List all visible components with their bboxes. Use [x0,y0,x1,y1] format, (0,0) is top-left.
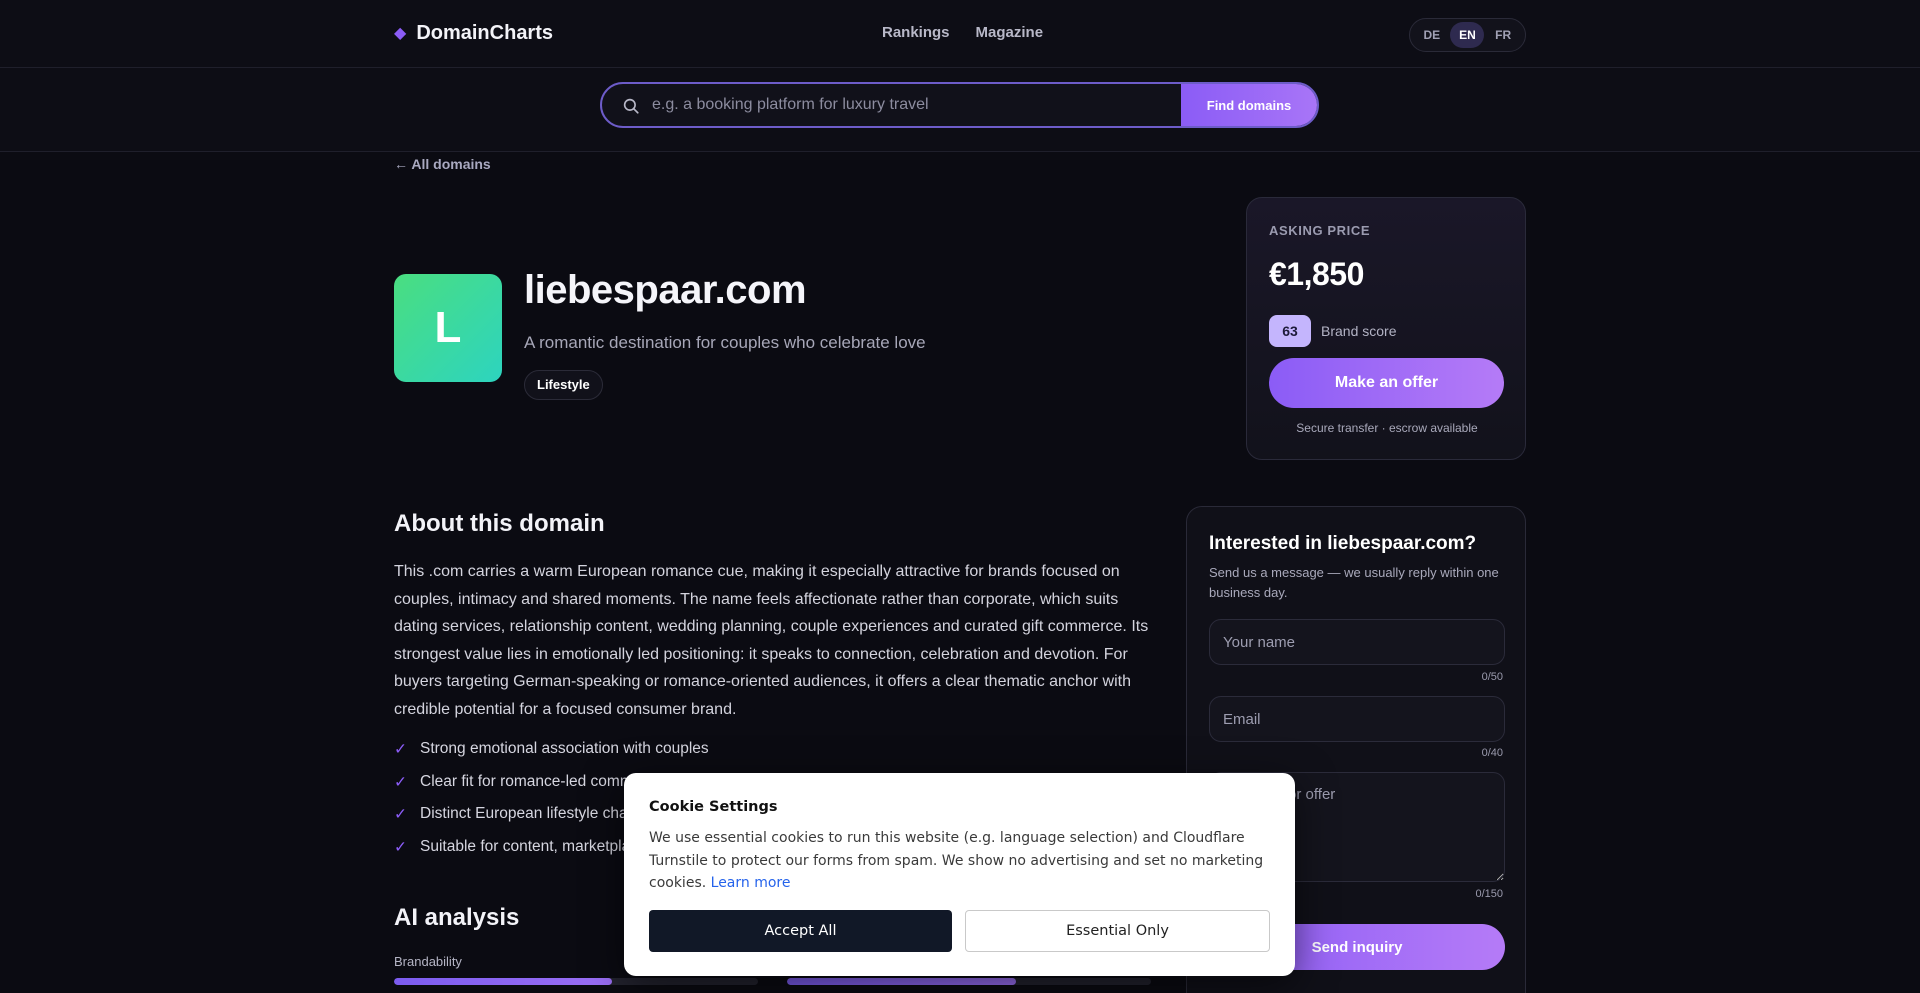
feature-text: Clear fit for romance-led comm [420,772,633,790]
check-icon: ✓ [394,773,407,791]
learn-more-link[interactable]: Learn more [711,875,791,891]
metric-bar-fill [787,978,1017,985]
cookie-text: We use essential cookies to run this web… [649,827,1274,895]
logo-link[interactable]: ◆ DomainCharts [394,22,553,45]
asking-price-label: ASKING PRICE [1269,223,1371,238]
about-text: This .com carries a warm European romanc… [394,563,1149,718]
price-card: ASKING PRICE €1,850 63 Brand score Make … [1246,197,1526,460]
nav-rankings[interactable]: Rankings [882,24,950,41]
language-switcher: DE EN FR [1409,18,1526,52]
search-form: Find domains [600,82,1319,128]
logo-text: DomainCharts [416,22,554,44]
all-domains-link[interactable]: ← All domains [394,156,491,172]
metric-bar-fill [394,978,613,985]
metric-label-brandability: Brandability [394,954,462,969]
lang-fr[interactable]: FR [1486,22,1520,48]
domain-name-title: liebespaar.com [524,268,807,312]
accept-all-button[interactable]: Accept All [649,910,952,952]
feature-text: Strong emotional association with couple… [420,740,709,757]
email-field[interactable] [1209,696,1505,742]
search-icon [623,98,639,114]
diamond-logo-icon: ◆ [394,24,407,42]
check-icon: ✓ [394,741,407,758]
domain-avatar: L [394,274,502,382]
brand-score-row: 63 Brand score [1269,315,1396,347]
brand-score-badge: 63 [1269,315,1311,347]
main-nav: Rankings Magazine [882,24,1043,41]
metric-bar-brandability [394,978,758,985]
check-icon: ✓ [394,806,407,823]
domain-tagline: A romantic destination for couples who c… [524,333,926,352]
message-char-counter: 0/150 [1475,888,1503,900]
brand-score-label: Brand score [1321,323,1397,339]
feature-text: Suitable for content, marketpla [420,837,631,855]
top-navigation: ◆ DomainCharts Rankings Magazine DE EN F… [0,0,1920,68]
inquiry-subtitle: Send us a message — we usually reply wit… [1209,565,1499,600]
check-icon: ✓ [394,838,407,856]
lang-en[interactable]: EN [1450,22,1485,48]
lang-de[interactable]: DE [1415,22,1449,48]
nav-magazine[interactable]: Magazine [976,24,1044,41]
make-offer-button[interactable]: Make an offer [1269,358,1504,408]
cookie-consent-dialog: Cookie Settings We use essential cookies… [624,773,1295,976]
feature-text: Distinct European lifestyle char [420,805,633,822]
cookie-title: Cookie Settings [649,799,778,815]
metric-bar-second [787,978,1151,985]
secure-transfer-note: Secure transfer · escrow available [1296,421,1478,435]
name-char-counter: 0/50 [1481,671,1503,683]
find-domains-button[interactable]: Find domains [1181,84,1317,126]
name-field[interactable] [1209,619,1505,665]
category-badge[interactable]: Lifestyle [524,370,603,400]
about-title: About this domain [394,510,605,537]
search-input[interactable] [652,84,1152,126]
ai-analysis-title: AI analysis [394,904,520,931]
essential-only-button[interactable]: Essential Only [965,910,1270,952]
email-char-counter: 0/40 [1481,747,1503,759]
search-bar-section: Find domains [0,68,1920,152]
feature-item: ✓ Strong emotional association with coupl… [394,740,1154,773]
asking-price-value: €1,850 [1269,256,1364,292]
inquiry-title: Interested in liebespaar.com? [1209,533,1477,554]
